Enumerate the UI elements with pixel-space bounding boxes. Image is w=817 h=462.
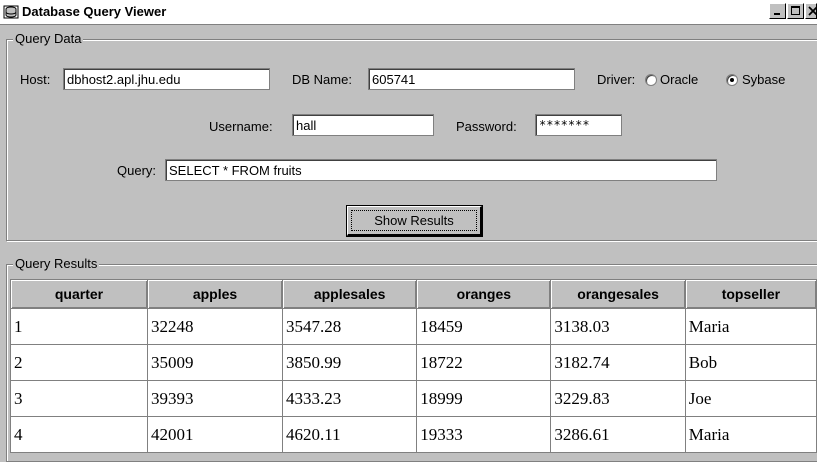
window-title: Database Query Viewer: [22, 4, 167, 19]
driver-oracle-radio[interactable]: [645, 74, 657, 86]
minimize-icon: [774, 13, 780, 15]
table-cell-apples[interactable]: 42001: [147, 416, 283, 453]
show-results-button[interactable]: Show Results: [346, 205, 483, 237]
query-label: Query:: [117, 163, 157, 178]
dbname-field[interactable]: 605741: [368, 68, 575, 90]
table-cell-apples[interactable]: 35009: [147, 344, 283, 381]
table-cell-topseller[interactable]: Maria: [684, 308, 817, 345]
table-cell-applesales[interactable]: 4620.11: [281, 416, 418, 453]
title-bar[interactable]: Database Query Viewer: [0, 0, 817, 25]
table-cell-apples[interactable]: 32248: [147, 308, 283, 345]
table-row[interactable]: 2 35009 3850.99 18722 3182.74 Bob: [10, 344, 817, 381]
username-field[interactable]: hall: [292, 114, 434, 136]
table-cell-apples[interactable]: 39393: [147, 380, 283, 417]
driver-sybase-radio[interactable]: [726, 74, 738, 86]
window-controls: [768, 3, 817, 21]
minimize-button[interactable]: [769, 3, 786, 19]
table-cell-applesales[interactable]: 3850.99: [281, 344, 418, 381]
table-row[interactable]: 1 32248 3547.28 18459 3138.03 Maria: [10, 308, 817, 345]
table-cell-quarter[interactable]: 3: [10, 380, 148, 417]
query-results-legend: Query Results: [13, 256, 100, 272]
driver-sybase-label[interactable]: Sybase: [742, 72, 785, 88]
close-button[interactable]: [805, 3, 817, 19]
table-cell-oranges[interactable]: 18722: [416, 344, 552, 381]
column-header-orangesales[interactable]: orangesales: [550, 279, 686, 309]
table-cell-orangesales[interactable]: 3138.03: [550, 308, 686, 345]
table-cell-quarter[interactable]: 1: [10, 308, 148, 345]
close-icon: [808, 6, 816, 16]
header-row: quarter apples applesales oranges orangesale…: [10, 279, 817, 309]
host-field[interactable]: dbhost2.apl.jhu.edu: [63, 68, 270, 90]
table-cell-quarter[interactable]: 4: [10, 416, 148, 453]
table-cell-orangesales[interactable]: 3286.61: [550, 416, 686, 453]
table-cell-quarter[interactable]: 2: [10, 344, 148, 381]
host-label: Host:: [20, 72, 51, 87]
table-cell-applesales[interactable]: 4333.23: [281, 380, 418, 417]
username-label: Username:: [209, 119, 273, 134]
password-label: Password:: [456, 119, 517, 134]
column-header-quarter[interactable]: quarter: [10, 279, 148, 309]
column-header-applesales[interactable]: applesales: [281, 279, 418, 309]
results-body: 1 32248 3547.28 18459 3138.03 Maria 2 35009 3850…: [10, 308, 817, 453]
column-header-oranges[interactable]: oranges: [416, 279, 552, 309]
table-cell-applesales[interactable]: 3547.28: [281, 308, 418, 345]
column-header-apples[interactable]: apples: [147, 279, 283, 309]
maximize-button[interactable]: [787, 3, 804, 19]
table-cell-topseller[interactable]: Maria: [684, 416, 817, 453]
table-cell-orangesales[interactable]: 3229.83: [550, 380, 686, 417]
driver-label: Driver:: [597, 72, 636, 87]
focus-ring: [351, 210, 477, 231]
table-cell-oranges[interactable]: 18999: [416, 380, 552, 417]
password-field[interactable]: *******: [535, 114, 622, 136]
table-row[interactable]: 4 42001 4620.11 19333 3286.61 Maria: [10, 416, 817, 453]
maximize-icon: [791, 6, 800, 15]
query-field[interactable]: SELECT * FROM fruits: [165, 159, 717, 181]
table-cell-oranges[interactable]: 18459: [416, 308, 552, 345]
table-cell-topseller[interactable]: Joe: [684, 380, 817, 417]
dbname-label: DB Name:: [292, 72, 352, 87]
query-data-legend: Query Data: [13, 31, 84, 47]
driver-oracle-label[interactable]: Oracle: [660, 72, 698, 88]
table-cell-orangesales[interactable]: 3182.74: [550, 344, 686, 381]
table-row[interactable]: 3 39393 4333.23 18999 3229.83 Joe: [10, 380, 817, 417]
database-window-icon[interactable]: [3, 4, 19, 20]
table-cell-oranges[interactable]: 19333: [416, 416, 552, 453]
table-cell-topseller[interactable]: Bob: [684, 344, 817, 381]
results-table[interactable]: quarter apples applesales oranges orangesale…: [10, 279, 817, 453]
column-header-topseller[interactable]: topseller: [684, 279, 817, 309]
